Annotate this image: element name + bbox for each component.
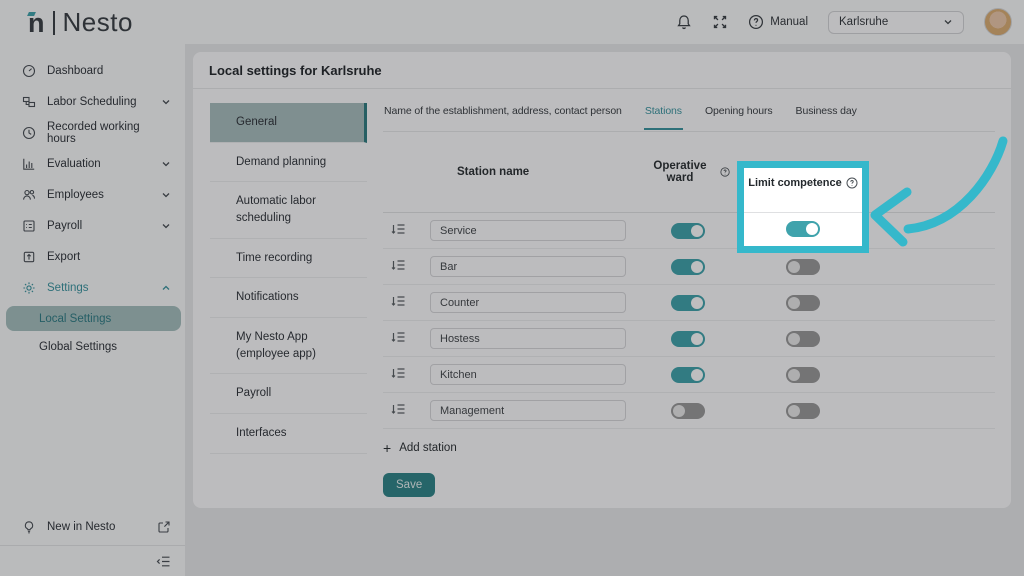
limit-competence-label: Limit competence bbox=[748, 177, 842, 189]
annotation-arrow bbox=[860, 125, 1024, 260]
app-window: n Nesto bbox=[0, 0, 1024, 576]
highlight-box: Limit competence bbox=[737, 161, 869, 253]
highlight-column-header: Limit competence bbox=[744, 168, 862, 213]
limit-competence-toggle-highlighted[interactable] bbox=[786, 221, 820, 237]
dim-overlay bbox=[0, 0, 1024, 576]
help-circle-icon[interactable] bbox=[846, 177, 858, 189]
